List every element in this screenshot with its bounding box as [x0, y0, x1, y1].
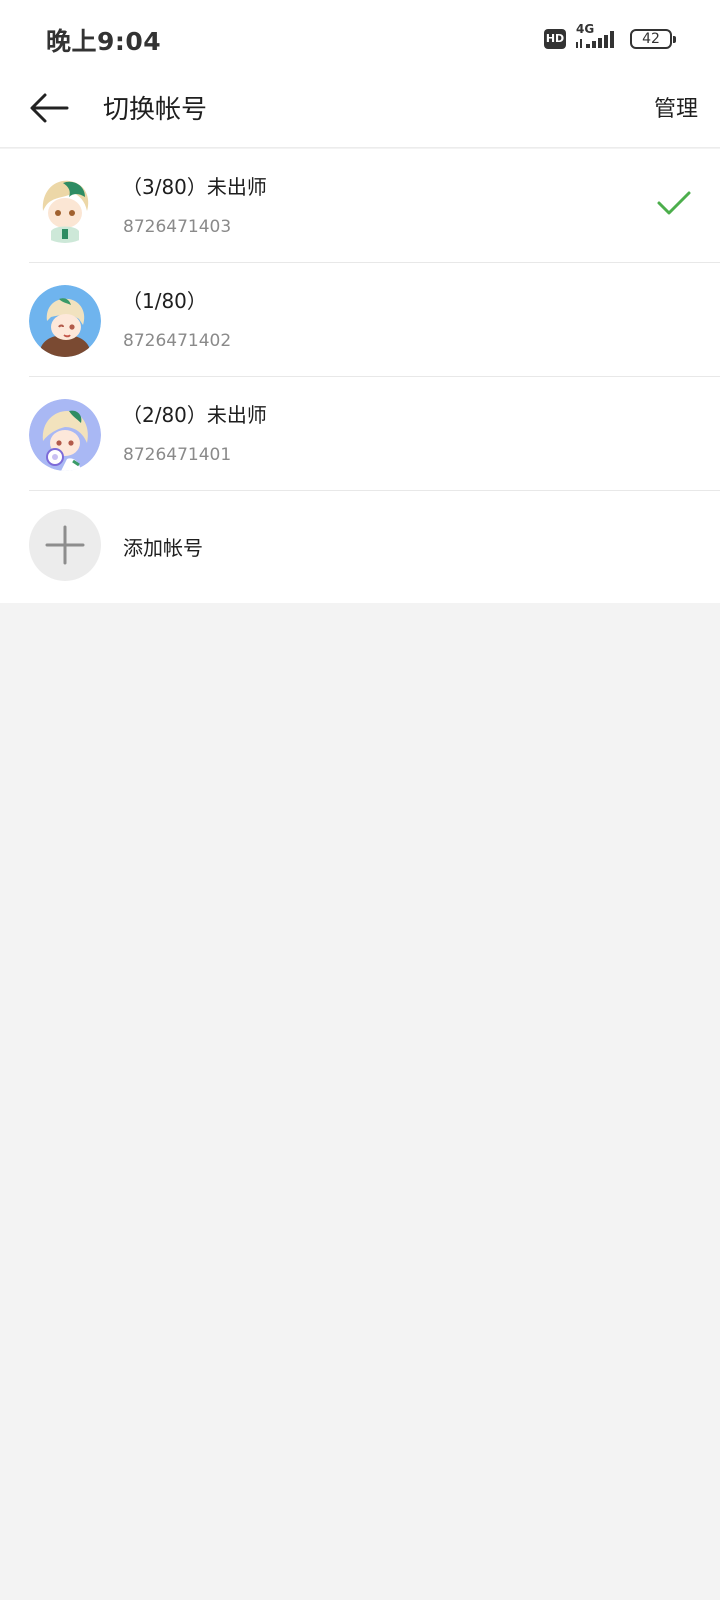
manage-button[interactable]: 管理 [654, 91, 698, 123]
account-list: （3/80）未出师 8726471403 （1/80） 8726471402 （… [0, 149, 720, 603]
signal-icon: 4G [574, 22, 620, 52]
back-arrow-icon [30, 93, 69, 123]
top-app-bar: 切换帐号 管理 [0, 72, 720, 148]
account-row[interactable]: （2/80）未出师 8726471401 [0, 377, 720, 491]
check-icon [656, 189, 692, 217]
account-id: 8726471402 [123, 331, 232, 351]
plus-icon [45, 525, 85, 565]
status-bar: 晚上9:04 HD 4G 42 [0, 0, 720, 72]
page-title: 切换帐号 [103, 95, 208, 125]
add-account-avatar [29, 509, 101, 581]
add-account-row[interactable]: 添加帐号 [0, 491, 720, 603]
status-icons: HD 4G 42 [544, 22, 676, 54]
avatar [29, 399, 101, 471]
account-name: （2/80）未出师 [122, 403, 267, 427]
account-name: （3/80）未出师 [122, 175, 267, 199]
account-name: （1/80） [122, 289, 207, 313]
account-id: 8726471401 [123, 445, 232, 465]
back-button[interactable] [26, 84, 74, 132]
account-row[interactable]: （1/80） 8726471402 [0, 263, 720, 377]
account-id: 8726471403 [123, 217, 232, 237]
add-account-label: 添加帐号 [123, 536, 203, 560]
status-time: 晚上9:04 [46, 27, 162, 56]
hd-icon: HD [544, 29, 566, 49]
battery-icon: 42 [630, 29, 676, 49]
avatar [29, 285, 101, 357]
account-row[interactable]: （3/80）未出师 8726471403 [0, 149, 720, 263]
avatar [29, 171, 101, 243]
